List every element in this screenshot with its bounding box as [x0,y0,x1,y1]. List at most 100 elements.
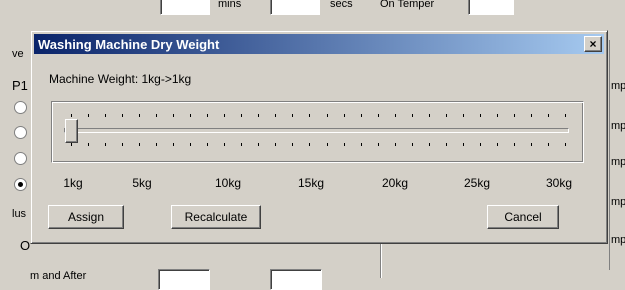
slider-tick [207,143,208,146]
scale-label-25kg: 25kg [463,176,491,190]
bg-text-right-5: mp [611,234,625,246]
dry-weight-dialog: Washing Machine Dry Weight × Machine Wei… [30,30,608,244]
slider-tick [224,114,225,117]
slider-tick [309,143,310,146]
bg-text-right-3: mp [611,156,625,168]
weight-slider[interactable] [51,101,584,163]
slider-tick [173,114,174,117]
scale-label-5kg: 5kg [132,176,152,190]
slider-tick [327,114,328,117]
bg-right-divider [609,40,610,270]
slider-tick [565,114,566,117]
scale-label-15kg: 15kg [297,176,325,190]
bg-radio-3 [14,152,27,165]
dialog-titlebar[interactable]: Washing Machine Dry Weight × [34,34,604,54]
scale-label-10kg: 10kg [214,176,242,190]
slider-tick [275,143,276,146]
slider-tick [463,143,464,146]
slider-tick [497,114,498,117]
slider-tick [190,114,191,117]
slider-tick [258,143,259,146]
slider-tick [548,114,549,117]
bg-text-left-4: O [20,238,31,253]
slider-tick [88,114,89,117]
bg-divider-highlight [381,242,382,278]
slider-tick [292,143,293,146]
slider-tick [497,143,498,146]
bg-text-right-1: mp [611,80,625,92]
slider-tick [156,114,157,117]
bg-text-left-1: ve [12,48,24,60]
slider-tick [207,114,208,117]
slider-tick [241,143,242,146]
cancel-button[interactable]: Cancel [487,205,559,229]
slider-tick [480,114,481,117]
slider-tick [531,114,532,117]
slider-tick [224,143,225,146]
slider-tick [105,114,106,117]
slider-tick [531,143,532,146]
bg-text-secs: secs [330,0,353,10]
slider-tick [344,143,345,146]
slider-thumb[interactable] [65,119,78,143]
slider-tick [139,114,140,117]
slider-tick [429,114,430,117]
slider-tick [565,143,566,146]
slider-tick [548,143,549,146]
slider-tick [514,114,515,117]
close-icon[interactable]: × [584,36,602,52]
bg-text-bottom: m and After [30,270,87,282]
slider-tick [378,114,379,117]
bg-radio-2 [14,126,27,139]
bg-text-left-2: P1 [12,78,28,93]
slider-tick [361,114,362,117]
bg-field-top-1 [160,0,210,15]
dialog-title: Washing Machine Dry Weight [38,37,220,52]
slider-tick [71,143,72,146]
bg-field-bottom-2 [270,269,322,290]
slider-tick [292,114,293,117]
slider-tick [395,143,396,146]
slider-tick [480,143,481,146]
bg-field-top-3 [468,0,514,15]
slider-tick [71,114,72,117]
slider-tick [309,114,310,117]
slider-tick [173,143,174,146]
bg-text-left-3: lus [12,208,27,220]
slider-tick [361,143,362,146]
bg-radio-4 [14,178,27,191]
slider-tick [463,114,464,117]
scale-label-30kg: 30kg [545,176,573,190]
slider-track[interactable] [64,128,569,133]
bg-radio-1 [14,101,27,114]
slider-tick [446,143,447,146]
scale-label-20kg: 20kg [381,176,409,190]
slider-tick [122,143,123,146]
slider-tick [446,114,447,117]
slider-tick [105,143,106,146]
slider-tick [514,143,515,146]
bg-text-right-2: mp [611,120,625,132]
slider-tick [139,143,140,146]
slider-tick [327,143,328,146]
slider-tick [190,143,191,146]
slider-tick [88,143,89,146]
bg-text-temper: On Temper [380,0,435,10]
bg-field-bottom-1 [158,269,210,290]
machine-weight-label: Machine Weight: 1kg->1kg [49,72,192,86]
scale-label-1kg: 1kg [63,176,83,190]
bg-text-mins: mins [218,0,242,10]
bg-field-top-2 [270,0,320,15]
slider-tick [156,143,157,146]
assign-button[interactable]: Assign [48,205,124,229]
bg-text-right-4: mp [611,196,625,208]
slider-tick [344,114,345,117]
slider-tick [412,114,413,117]
slider-tick [275,114,276,117]
slider-tick [241,114,242,117]
recalculate-button[interactable]: Recalculate [171,205,261,229]
slider-tick [395,114,396,117]
slider-tick [429,143,430,146]
slider-tick [258,114,259,117]
slider-tick [122,114,123,117]
